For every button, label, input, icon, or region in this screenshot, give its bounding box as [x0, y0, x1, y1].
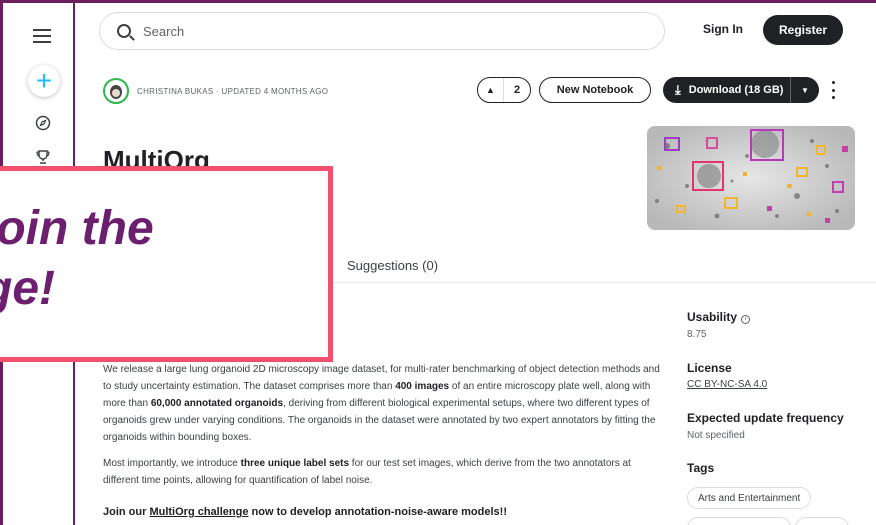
new-notebook-button[interactable]: New Notebook	[539, 77, 651, 103]
description-paragraph-1: We release a large lung organoid 2D micr…	[103, 364, 660, 443]
usability-value: 8.75	[687, 329, 707, 340]
upvote-button[interactable]: ▲ 2	[477, 77, 531, 103]
tags-heading: Tags	[687, 461, 715, 475]
download-button[interactable]: ⤓ Download (18 GB) ▼	[663, 77, 819, 103]
download-label: Download (18 GB)	[688, 84, 784, 96]
frame-top-border	[0, 0, 876, 3]
search-input[interactable]: Search	[143, 24, 184, 39]
dataset-thumbnail	[647, 126, 855, 230]
compass-icon[interactable]	[33, 113, 53, 133]
description-paragraph-2: Most importantly, we introduce three uni…	[103, 458, 631, 486]
plus-icon[interactable]: +	[28, 65, 60, 97]
upvote-count: 2	[513, 84, 521, 96]
tab-suggestions[interactable]: Suggestions (0)	[347, 258, 438, 273]
register-button[interactable]: Register	[763, 15, 843, 45]
tag-chip[interactable]	[687, 517, 791, 525]
avatar[interactable]	[103, 78, 129, 104]
search-icon	[117, 24, 131, 38]
banner-line-1: join the	[0, 202, 154, 255]
chevron-down-icon[interactable]: ▼	[791, 86, 819, 95]
banner-line-2: ge!	[0, 262, 55, 315]
update-frequency-value: Not specified	[687, 430, 745, 441]
promo-banner[interactable]: join the ge!	[0, 166, 333, 362]
challenge-callout: Join our MultiOrg challenge now to devel…	[103, 506, 507, 518]
dataset-byline: CHRISTINA BUKAS · UPDATED 4 MONTHS AGO	[137, 87, 329, 96]
usability-heading: Usability i	[687, 310, 751, 324]
sign-in-link[interactable]: Sign In	[703, 22, 743, 36]
license-link[interactable]: CC BY-NC-SA 4.0	[687, 379, 767, 390]
license-heading: License	[687, 361, 732, 375]
upvote-arrow-icon[interactable]: ▲	[478, 78, 504, 102]
tag-chip[interactable]: Arts and Entertainment	[687, 487, 812, 509]
hamburger-icon[interactable]	[33, 29, 51, 43]
more-options-icon[interactable]	[832, 81, 836, 99]
download-icon: ⤓	[675, 82, 681, 97]
tag-chip[interactable]	[795, 517, 849, 525]
search-bar[interactable]: Search	[99, 12, 665, 50]
trophy-icon[interactable]	[33, 147, 53, 167]
update-frequency-heading: Expected update frequency	[687, 411, 844, 425]
info-icon[interactable]: i	[741, 315, 751, 324]
challenge-link[interactable]: MultiOrg challenge	[149, 506, 248, 518]
